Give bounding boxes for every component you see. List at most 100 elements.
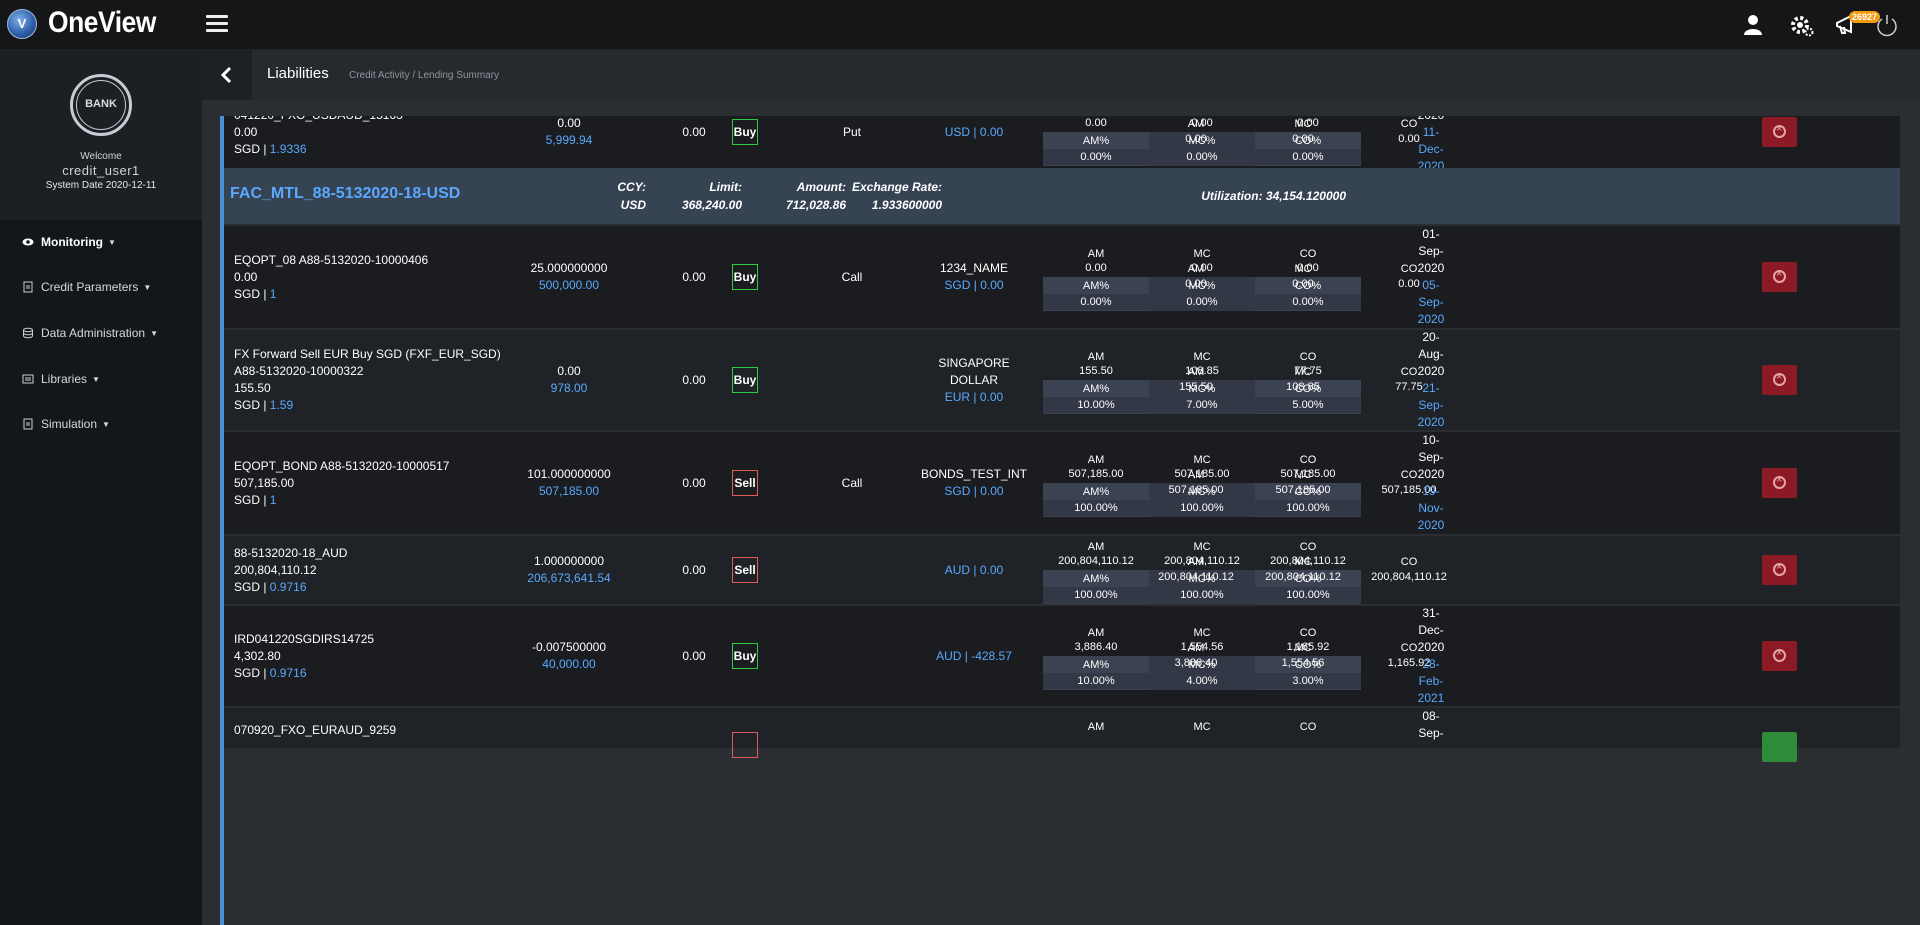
currency-value[interactable]: SGD | 0.00 [904, 277, 1044, 294]
am-value: 200,804,110.12 [1058, 555, 1134, 567]
sidebar-item-monitoring[interactable]: Monitoring ▼ [22, 235, 116, 249]
sidebar-item-libraries[interactable]: Libraries ▼ [22, 372, 100, 386]
instrument-ccy-rate: SGD | 1.59 [234, 398, 294, 412]
am-value: 0.00 [1185, 278, 1207, 290]
mc-pct-value: 0.00% [1149, 294, 1255, 310]
instrument-ccy-rate: SGD | 1 [234, 492, 277, 507]
user-icon[interactable] [1740, 12, 1766, 38]
am-label: AM [1187, 118, 1205, 130]
am-pct-value: 0.00% [1043, 149, 1149, 165]
co-pct-value: 0.00% [1255, 149, 1361, 165]
brand-name[interactable]: OneView [48, 6, 156, 40]
chevron-down-icon: ▼ [143, 282, 152, 292]
currency-value[interactable]: AUD | -428.57 [904, 648, 1044, 665]
instrument-name[interactable]: FX Forward Sell EUR Buy SGD (FXF_EUR_SGD… [234, 346, 501, 363]
currency-value[interactable]: SGD | 0.00 [904, 483, 1044, 500]
delete-button[interactable] [1762, 365, 1797, 395]
delete-button[interactable] [1762, 117, 1797, 147]
sidebar-item-credit-parameters[interactable]: Credit Parameters ▼ [22, 280, 151, 294]
instrument-name[interactable]: 041220_FXO_USDAUD_15163 [234, 116, 403, 124]
fx-rate-link[interactable]: 1 [270, 287, 277, 301]
currency-cell: AUD | 0.00 [904, 562, 1044, 579]
delete-button[interactable] [1762, 641, 1797, 671]
am-value: 507,185.00 [1068, 468, 1124, 480]
page-title: Liabilities [267, 65, 329, 82]
fx-rate-link[interactable]: 1.9336 [270, 142, 307, 156]
am-pct-cell: AM% 100.00% [1043, 570, 1149, 604]
chevron-left-icon [220, 66, 232, 84]
currency-cell: AUD | -428.57 [904, 648, 1044, 665]
mc-pct-value: 100.00% [1149, 500, 1255, 516]
side-badge: Buy [732, 264, 758, 290]
sidebar-item-label: Monitoring [41, 235, 103, 249]
flat-mc: MC 200,804,110.12 [1250, 555, 1356, 585]
delete-button[interactable] [1762, 555, 1797, 585]
instrument-name[interactable]: 070920_FXO_EURAUD_9259 [234, 722, 396, 739]
co-label: CO [1400, 556, 1418, 568]
instrument-name[interactable]: IRD041220SGDIRS14725 [234, 631, 374, 648]
action-button[interactable] [1762, 732, 1797, 762]
sidebar-item-data-administration[interactable]: Data Administration ▼ [22, 326, 158, 340]
am-pct-label: AM% [1082, 280, 1110, 292]
instrument-ccy-rate: SGD | 1.9336 [234, 141, 307, 156]
flat-co: CO 200,804,110.12 [1356, 555, 1462, 585]
gear-icon[interactable] [1788, 12, 1814, 38]
am-pct-value: 100.00% [1043, 587, 1149, 603]
power-icon[interactable] [1874, 12, 1900, 38]
bank-logo-text: BANK [85, 98, 117, 110]
sidebar-item-label: Data Administration [41, 326, 146, 340]
fx-rate-link[interactable]: 0.9716 [270, 580, 307, 594]
am-pct-label: AM% [1082, 573, 1110, 585]
currency-value[interactable]: AUD | 0.00 [904, 562, 1044, 579]
am-cell: AM 155.50 [1043, 350, 1149, 378]
side-badge [732, 732, 758, 758]
currency-value[interactable]: EUR | 0.00 [904, 389, 1044, 406]
facility-exchange-rate-label: Exchange Rate: [851, 180, 942, 194]
main-content: 041220_FXO_USDAUD_15163 0.00 SGD | 1.9336 0… [202, 100, 1920, 925]
am-label: AM [1087, 351, 1105, 363]
chevron-down-icon: ▼ [107, 237, 116, 247]
currency-cell: 1234_NAME SGD | 0.00 [904, 260, 1044, 294]
am-label: AM [1187, 366, 1205, 378]
price-value: -0.007500000 [531, 640, 607, 654]
start-date: 08- Sep- [1418, 709, 1444, 740]
fx-rate-link[interactable]: 1.59 [270, 398, 293, 412]
oneview-logo[interactable]: V [7, 9, 37, 39]
mc-label: MC [1193, 454, 1211, 466]
delete-button[interactable] [1762, 468, 1797, 498]
price-value: 1.000000000 [533, 554, 605, 568]
menu-icon[interactable] [206, 15, 228, 33]
sidebar-item-simulation[interactable]: Simulation ▼ [22, 417, 110, 431]
maturity-date: 11- Dec- 2020 [1417, 124, 1445, 173]
co-label: CO [1299, 248, 1317, 260]
am-label: AM [1187, 469, 1205, 481]
currency-value[interactable]: USD | 0.00 [904, 124, 1044, 141]
mc-label: MC [1294, 263, 1312, 275]
start-date: 31- Dec- 2020 [1417, 606, 1445, 654]
logo-letter: V [17, 16, 27, 31]
back-button[interactable] [202, 50, 252, 100]
price-value: 0.00 [557, 364, 581, 378]
counterparty-name: BONDS_TEST_INT [920, 467, 1028, 481]
am-pct-value: 0.00% [1043, 294, 1149, 310]
mc-value: 108.85 [1286, 381, 1320, 393]
maturity-date: 05- Sep- 2020 [1417, 278, 1445, 326]
price-cell: -0.007500000 40,000.00 [494, 639, 644, 673]
delete-button[interactable] [1762, 262, 1797, 292]
facility-title[interactable]: FAC_MTL_88-5132020-18-USD [230, 185, 460, 203]
fx-rate-link[interactable]: 0.9716 [270, 666, 307, 680]
instrument-cell: FX Forward Sell EUR Buy SGD (FXF_EUR_SGD… [234, 346, 501, 414]
instrument-ccy-rate: SGD | 0.9716 [234, 665, 307, 680]
chevron-down-icon: ▼ [92, 374, 100, 384]
sidebar-item-label: Simulation [41, 417, 98, 431]
instrument-name[interactable]: EQOPT_BOND A88-5132020-10000517 [234, 458, 449, 475]
liabilities-table: 041220_FXO_USDAUD_15163 0.00 SGD | 1.9336 0… [220, 116, 1900, 925]
date-cell: 01- Sep- 2020 05- Sep- 2020 [1396, 226, 1466, 328]
option-type: Call [841, 476, 863, 490]
system-date: System Date 2020-12-11 [45, 180, 157, 191]
fx-rate-link[interactable]: 1 [270, 493, 277, 507]
instrument-name[interactable]: EQOPT_08 A88-5132020-10000406 [234, 252, 428, 269]
mc-label: MC [1294, 556, 1312, 568]
instrument-name[interactable]: 88-5132020-18_AUD [234, 545, 347, 562]
welcome-text: Welcome [80, 151, 122, 162]
